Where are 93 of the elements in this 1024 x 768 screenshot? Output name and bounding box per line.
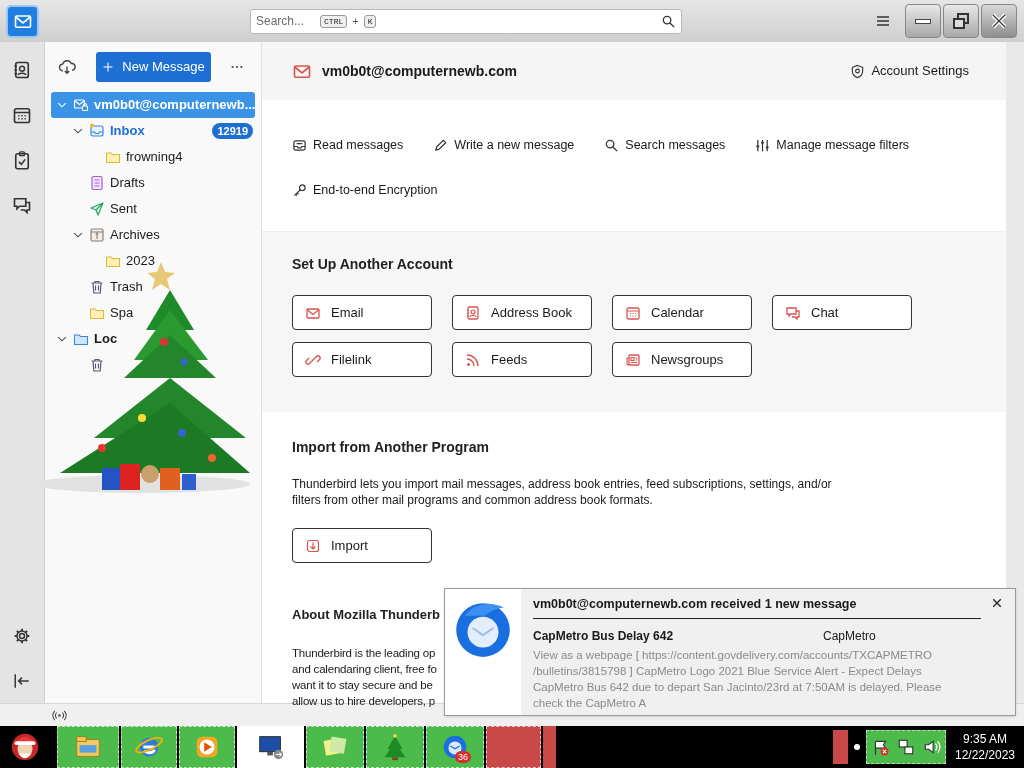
notification-count-badge: 36 [455,751,471,763]
action-link[interactable]: Write a new message [433,135,575,156]
account-label[interactable]: Loc [94,329,118,349]
folder-icon [105,253,121,269]
new-message-button[interactable]: New Message [96,52,211,82]
taskbar-button[interactable] [237,726,304,768]
key-icon [292,183,307,198]
contact-book-icon [12,60,32,80]
setup-option-button[interactable]: Email [292,295,432,330]
restore-icon [951,11,971,31]
collapse-icon[interactable] [13,672,31,690]
action-link[interactable]: Manage message filters [755,135,910,156]
search-icon[interactable] [661,13,676,29]
about-text-line: Thunderbird is the leading op [292,645,436,661]
taskbar-button[interactable]: 36 [426,726,484,768]
search-field[interactable]: Search... CTRL + K [250,8,682,34]
inbox-icon [89,123,105,139]
account-settings-button[interactable]: Account Settings [850,61,969,81]
chat-bubbles-icon [12,195,32,215]
tray-tile [833,730,848,764]
notification-title: vm0b0t@computernewb.com received 1 new message [533,596,857,613]
message-sender: CapMetro [823,627,876,645]
folder-label[interactable]: Inbox [110,121,145,141]
folder-icon [105,149,121,165]
mail-account-icon [73,97,89,113]
account-email: vm0b0t@computernewb.com [322,61,517,81]
paper-plane-icon [89,201,105,217]
plus-sign: + [352,13,359,29]
section-heading: Import from Another Program [292,438,491,457]
message-subject: CapMetro Bus Delay 642 [533,627,675,645]
setup-option-button[interactable]: Newsgroups [612,342,752,377]
folder-label[interactable]: Drafts [110,173,145,193]
pencil-icon [433,138,449,153]
folder-label[interactable]: Sent [110,199,137,219]
chat-bubbles-icon [785,304,801,321]
network-icon[interactable] [897,738,915,756]
shield-gear-icon [850,63,866,79]
setup-option-button[interactable]: Address Book [452,295,592,330]
section-heading: About Mozilla Thunderb [292,606,441,624]
calendar-icon [12,105,32,125]
message-preview: View as a webpage [ https://content.govdelivery.com/accounts/TXCAPMETRO /bulletins/3815798 ] CapMetro Logo 2021 Blue Service Alert - Expect Delays CapMetro Bus 642 due to depart San Jacinto/23rd at 7:50AM is delayed. Please check the CapMetro A [533,647,943,711]
close-icon [989,11,1009,31]
minimize-icon [915,18,931,24]
import-description: Thunderbird lets you import mail messages, address book entries, feed subscriptions, settings, and/or filters from other mail programs and common address book formats. [292,476,833,508]
download-icon [305,537,321,554]
setup-option-button[interactable]: Chat [772,295,912,330]
archive-box-icon [89,227,105,243]
plus-icon [102,61,115,73]
folder-label[interactable]: Trash [110,277,143,297]
rss-icon [465,351,481,368]
setup-option-button[interactable]: Calendar [612,295,752,330]
import-button[interactable]: Import [292,528,432,563]
menu-icon[interactable] [875,13,891,29]
clipboard-check-icon [12,150,32,170]
keyboard-key: K [363,14,377,28]
folder-label[interactable]: frowning4 [126,147,183,167]
trash-icon [89,357,105,373]
unread-count-badge: 12919 [212,123,253,139]
about-text-line: and calendaring client, free fo [292,661,437,677]
clock-time: 9:35 AM [963,731,1007,747]
action-link[interactable]: Search messages [604,135,726,156]
trash-icon [89,279,105,295]
calendar-icon [625,304,641,321]
search-icon [604,138,620,153]
connection-status-icon [52,707,67,723]
clock-date: 12/22/2023 [954,747,1016,763]
about-text-line: want it to stay secure and be [292,677,433,693]
document-icon [89,175,105,191]
sliders-icon [755,138,771,153]
close-icon [991,597,1003,609]
contact-book-icon [465,304,481,321]
santa-figure-icon [9,731,41,763]
setup-option-button[interactable]: Filelink [292,342,432,377]
search-placeholder: Search... [256,13,305,30]
folder-label[interactable]: Archives [110,225,160,245]
newspaper-icon [625,351,641,368]
about-text-line: allow us to hire developers, p [292,693,435,709]
folder-label[interactable]: 2023 [126,251,155,271]
folder-label[interactable]: Spa [110,303,134,323]
action-link[interactable]: End-to-end Encryption [292,180,438,201]
inbox-tray-icon [292,138,307,153]
section-heading: Set Up Another Account [292,255,454,274]
mail-app-button[interactable] [8,6,37,36]
speaker-icon[interactable] [923,738,941,756]
folder-icon [89,305,105,321]
settings-icon[interactable] [13,627,31,645]
folder-icon [73,331,89,347]
restore-button[interactable] [943,4,979,38]
cloud-download-icon[interactable] [58,58,76,76]
action-link[interactable]: Read messages [292,135,404,156]
setup-option-button[interactable]: Feeds [452,342,592,377]
keyboard-key: CTRL [320,14,348,28]
minimize-button[interactable] [905,4,941,38]
